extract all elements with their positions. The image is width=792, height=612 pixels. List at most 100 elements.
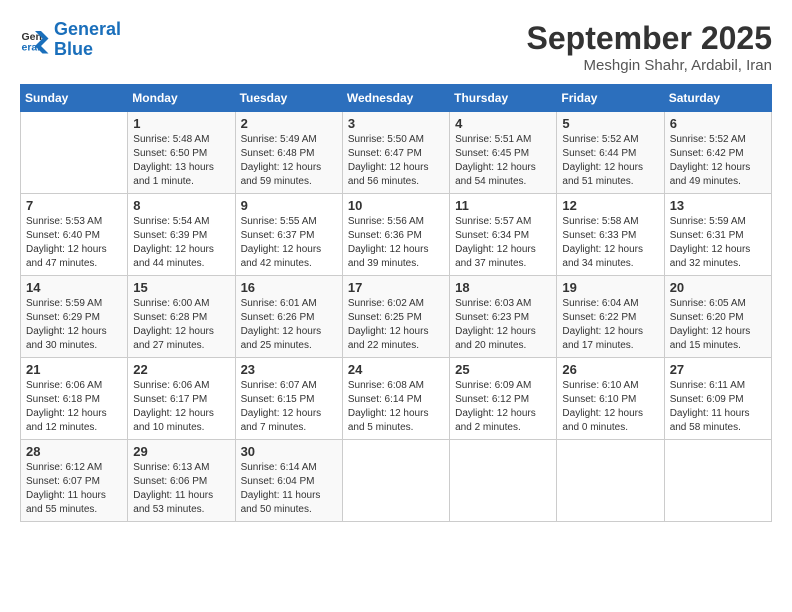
calendar-cell: 24Sunrise: 6:08 AM Sunset: 6:14 PM Dayli… xyxy=(342,358,449,440)
day-info: Sunrise: 5:59 AM Sunset: 6:31 PM Dayligh… xyxy=(670,215,766,271)
day-number: 4 xyxy=(455,116,551,131)
calendar-cell: 2 Sunrise: 5:49 AM Sunset: 6:48 PM Daylig… xyxy=(235,112,342,194)
calendar-cell: 13 Sunrise: 5:59 AM Sunset: 6:31 PM Dayli… xyxy=(664,194,771,276)
day-info: Sunrise: 6:09 AM Sunset: 6:12 PM Dayligh… xyxy=(455,379,551,435)
weekday-header-saturday: Saturday xyxy=(664,85,771,112)
day-number: 29 xyxy=(133,444,229,459)
day-info: Sunrise: 6:11 AM Sunset: 6:09 PM Dayligh… xyxy=(670,379,766,435)
day-info: Sunrise: 5:54 AM Sunset: 6:39 PM Dayligh… xyxy=(133,215,229,271)
weekday-header-friday: Friday xyxy=(557,85,664,112)
day-info: Sunrise: 5:50 AM Sunset: 6:47 PM Dayligh… xyxy=(348,133,444,189)
weekday-header-sunday: Sunday xyxy=(21,85,128,112)
day-info: Sunrise: 6:12 AM Sunset: 6:07 PM Dayligh… xyxy=(26,461,122,517)
day-info: Sunrise: 5:56 AM Sunset: 6:36 PM Dayligh… xyxy=(348,215,444,271)
day-number: 30 xyxy=(241,444,337,459)
weekday-header-tuesday: Tuesday xyxy=(235,85,342,112)
calendar-cell: 8 Sunrise: 5:54 AM Sunset: 6:39 PM Daylig… xyxy=(128,194,235,276)
day-info: Sunrise: 5:52 AM Sunset: 6:44 PM Dayligh… xyxy=(562,133,658,189)
day-info: Sunrise: 6:13 AM Sunset: 6:06 PM Dayligh… xyxy=(133,461,229,517)
calendar-table: SundayMondayTuesdayWednesdayThursdayFrid… xyxy=(20,84,772,522)
day-number: 16 xyxy=(241,280,337,295)
day-number: 26 xyxy=(562,362,658,377)
day-info: Sunrise: 5:53 AM Sunset: 6:40 PM Dayligh… xyxy=(26,215,122,271)
day-number: 2 xyxy=(241,116,337,131)
day-number: 12 xyxy=(562,198,658,213)
calendar-cell: 28 Sunrise: 6:12 AM Sunset: 6:07 PM Dayli… xyxy=(21,440,128,522)
calendar-cell: 29 Sunrise: 6:13 AM Sunset: 6:06 PM Dayli… xyxy=(128,440,235,522)
day-info: Sunrise: 5:48 AM Sunset: 6:50 PM Dayligh… xyxy=(133,133,229,189)
weekday-header-wednesday: Wednesday xyxy=(342,85,449,112)
day-number: 25 xyxy=(455,362,551,377)
day-number: 19 xyxy=(562,280,658,295)
day-info: Sunrise: 5:52 AM Sunset: 6:42 PM Dayligh… xyxy=(670,133,766,189)
calendar-cell: 22 Sunrise: 6:06 AM Sunset: 6:17 PM Dayli… xyxy=(128,358,235,440)
day-info: Sunrise: 5:57 AM Sunset: 6:34 PM Dayligh… xyxy=(455,215,551,271)
calendar-cell: 15 Sunrise: 6:00 AM Sunset: 6:28 PM Dayli… xyxy=(128,276,235,358)
day-info: Sunrise: 5:49 AM Sunset: 6:48 PM Dayligh… xyxy=(241,133,337,189)
calendar-cell: 5 Sunrise: 5:52 AM Sunset: 6:44 PM Daylig… xyxy=(557,112,664,194)
calendar-cell: 14 Sunrise: 5:59 AM Sunset: 6:29 PM Dayli… xyxy=(21,276,128,358)
day-info: Sunrise: 5:59 AM Sunset: 6:29 PM Dayligh… xyxy=(26,297,122,353)
calendar-cell: 18Sunrise: 6:03 AM Sunset: 6:23 PM Dayli… xyxy=(450,276,557,358)
day-info: Sunrise: 5:58 AM Sunset: 6:33 PM Dayligh… xyxy=(562,215,658,271)
day-info: Sunrise: 6:06 AM Sunset: 6:18 PM Dayligh… xyxy=(26,379,122,435)
day-info: Sunrise: 6:05 AM Sunset: 6:20 PM Dayligh… xyxy=(670,297,766,353)
day-number: 6 xyxy=(670,116,766,131)
day-number: 8 xyxy=(133,198,229,213)
calendar-cell: 10 Sunrise: 5:56 AM Sunset: 6:36 PM Dayli… xyxy=(342,194,449,276)
day-number: 18 xyxy=(455,280,551,295)
day-number: 28 xyxy=(26,444,122,459)
day-info: Sunrise: 6:06 AM Sunset: 6:17 PM Dayligh… xyxy=(133,379,229,435)
calendar-cell: 20 Sunrise: 6:05 AM Sunset: 6:20 PM Dayli… xyxy=(664,276,771,358)
calendar-cell: 11 Sunrise: 5:57 AM Sunset: 6:34 PM Dayli… xyxy=(450,194,557,276)
calendar-cell: 3 Sunrise: 5:50 AM Sunset: 6:47 PM Daylig… xyxy=(342,112,449,194)
calendar-cell xyxy=(342,440,449,522)
calendar-cell: 25 Sunrise: 6:09 AM Sunset: 6:12 PM Dayli… xyxy=(450,358,557,440)
day-number: 20 xyxy=(670,280,766,295)
day-number: 14 xyxy=(26,280,122,295)
weekday-header-thursday: Thursday xyxy=(450,85,557,112)
day-number: 13 xyxy=(670,198,766,213)
day-number: 9 xyxy=(241,198,337,213)
calendar-cell xyxy=(450,440,557,522)
day-number: 5 xyxy=(562,116,658,131)
day-info: Sunrise: 6:07 AM Sunset: 6:15 PM Dayligh… xyxy=(241,379,337,435)
day-number: 3 xyxy=(348,116,444,131)
calendar-cell: 26 Sunrise: 6:10 AM Sunset: 6:10 PM Dayli… xyxy=(557,358,664,440)
calendar-cell: 1 Sunrise: 5:48 AM Sunset: 6:50 PM Daylig… xyxy=(128,112,235,194)
title-block: September 2025 Meshgin Shahr, Ardabil, I… xyxy=(527,20,772,74)
day-number: 23 xyxy=(241,362,337,377)
calendar-cell: 17 Sunrise: 6:02 AM Sunset: 6:25 PM Dayli… xyxy=(342,276,449,358)
page-header: Gen eral GeneralBlue September 2025 Mesh… xyxy=(20,20,772,74)
calendar-cell: 9 Sunrise: 5:55 AM Sunset: 6:37 PM Daylig… xyxy=(235,194,342,276)
month-title: September 2025 xyxy=(527,20,772,57)
day-number: 22 xyxy=(133,362,229,377)
weekday-header-monday: Monday xyxy=(128,85,235,112)
day-info: Sunrise: 6:02 AM Sunset: 6:25 PM Dayligh… xyxy=(348,297,444,353)
logo-icon: Gen eral xyxy=(20,25,50,55)
day-number: 1 xyxy=(133,116,229,131)
day-number: 10 xyxy=(348,198,444,213)
calendar-cell: 21Sunrise: 6:06 AM Sunset: 6:18 PM Dayli… xyxy=(21,358,128,440)
day-number: 17 xyxy=(348,280,444,295)
day-number: 15 xyxy=(133,280,229,295)
day-number: 27 xyxy=(670,362,766,377)
day-number: 24 xyxy=(348,362,444,377)
calendar-cell: 19 Sunrise: 6:04 AM Sunset: 6:22 PM Dayli… xyxy=(557,276,664,358)
day-info: Sunrise: 6:00 AM Sunset: 6:28 PM Dayligh… xyxy=(133,297,229,353)
calendar-cell xyxy=(557,440,664,522)
day-number: 7 xyxy=(26,198,122,213)
calendar-cell: 27 Sunrise: 6:11 AM Sunset: 6:09 PM Dayli… xyxy=(664,358,771,440)
calendar-cell xyxy=(21,112,128,194)
day-info: Sunrise: 6:04 AM Sunset: 6:22 PM Dayligh… xyxy=(562,297,658,353)
day-info: Sunrise: 6:10 AM Sunset: 6:10 PM Dayligh… xyxy=(562,379,658,435)
day-info: Sunrise: 6:01 AM Sunset: 6:26 PM Dayligh… xyxy=(241,297,337,353)
day-number: 11 xyxy=(455,198,551,213)
calendar-cell: 7 Sunrise: 5:53 AM Sunset: 6:40 PM Daylig… xyxy=(21,194,128,276)
calendar-cell: 30Sunrise: 6:14 AM Sunset: 6:04 PM Dayli… xyxy=(235,440,342,522)
calendar-cell: 6 Sunrise: 5:52 AM Sunset: 6:42 PM Daylig… xyxy=(664,112,771,194)
logo-text: GeneralBlue xyxy=(54,20,121,60)
logo: Gen eral GeneralBlue xyxy=(20,20,121,60)
calendar-cell xyxy=(664,440,771,522)
day-info: Sunrise: 5:55 AM Sunset: 6:37 PM Dayligh… xyxy=(241,215,337,271)
